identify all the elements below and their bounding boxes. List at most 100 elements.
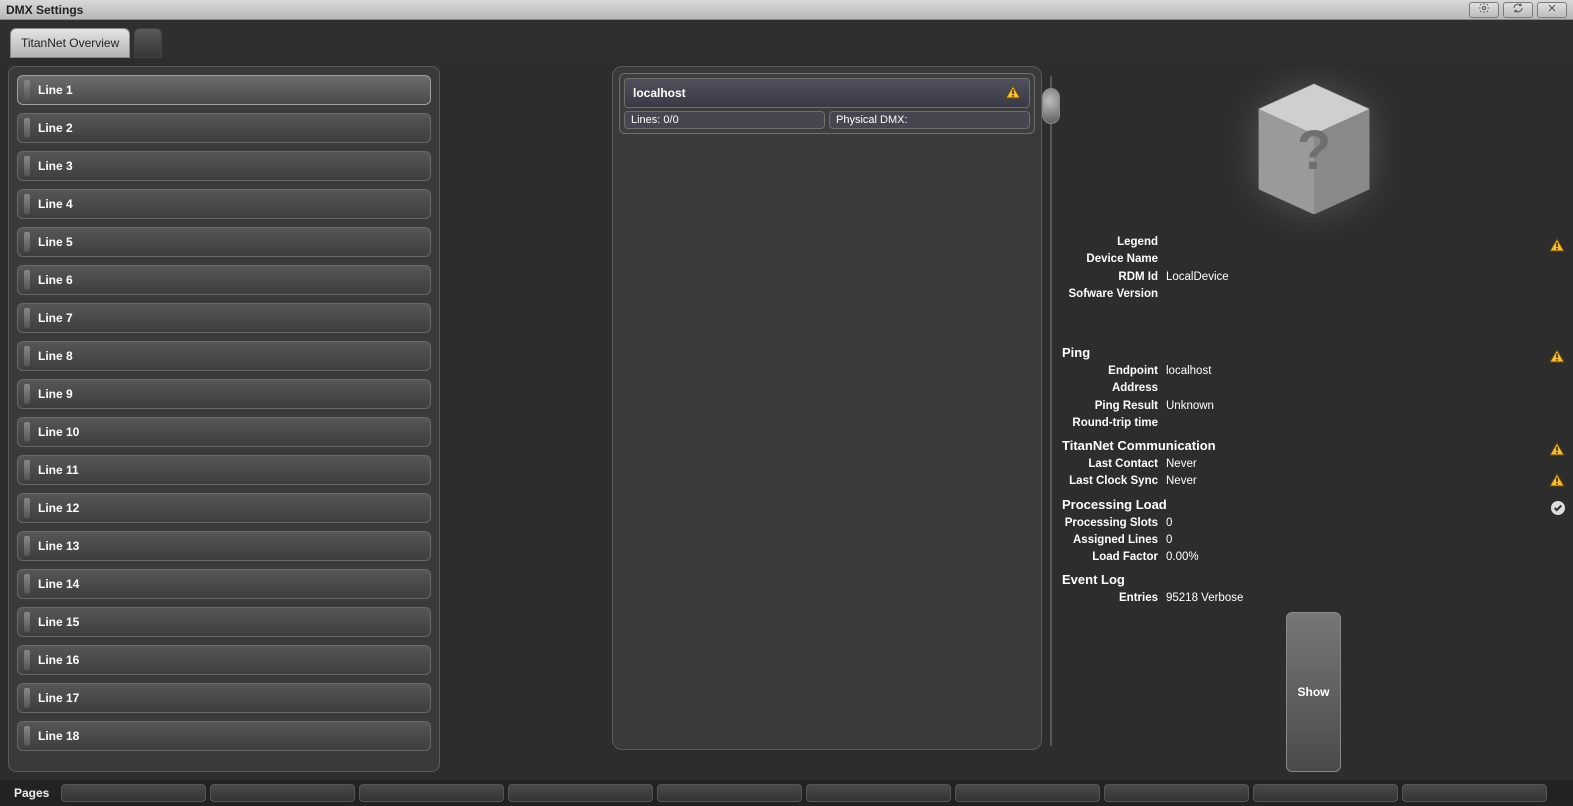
page-slot[interactable]: [955, 784, 1100, 802]
node-lines-text: Lines: 0/0: [631, 114, 679, 126]
gear-icon: [1478, 1, 1490, 19]
page-slot[interactable]: [61, 784, 206, 802]
pages-label: Pages: [6, 786, 57, 800]
line-item-17[interactable]: Line 17: [17, 683, 431, 713]
line-item-label: Line 13: [38, 539, 79, 553]
divider-handle[interactable]: [1042, 88, 1060, 124]
drag-handle-icon: [24, 498, 30, 518]
rdm-id-label: RDM Id: [1062, 269, 1162, 286]
window-title: DMX Settings: [6, 3, 83, 17]
tab-titannet-overview[interactable]: TitanNet Overview: [10, 28, 130, 58]
drag-handle-icon: [24, 232, 30, 252]
line-item-15[interactable]: Line 15: [17, 607, 431, 637]
show-button[interactable]: Show: [1286, 612, 1341, 772]
line-item-label: Line 4: [38, 197, 73, 211]
drag-handle-icon: [24, 80, 30, 100]
load-heading: Processing Load: [1062, 497, 1565, 512]
page-slot[interactable]: [210, 784, 355, 802]
endpoint-value: localhost: [1162, 363, 1211, 398]
line-item-16[interactable]: Line 16: [17, 645, 431, 675]
node-panel: localhost Lines: 0/0 Physical DMX:: [612, 66, 1042, 750]
settings-button[interactable]: [1469, 2, 1499, 18]
tab-label: TitanNet Overview: [21, 36, 119, 50]
line-item-4[interactable]: Line 4: [17, 189, 431, 219]
ok-icon: [1551, 501, 1565, 515]
last-clock-label: Last Clock Sync: [1062, 473, 1162, 490]
drag-handle-icon: [24, 688, 30, 708]
line-item-9[interactable]: Line 9: [17, 379, 431, 409]
line-item-label: Line 2: [38, 121, 73, 135]
assigned-label: Assigned Lines: [1062, 532, 1162, 549]
line-item-3[interactable]: Line 3: [17, 151, 431, 181]
line-item-label: Line 1: [38, 83, 73, 97]
assigned-value: 0: [1162, 532, 1172, 549]
line-item-label: Line 11: [38, 463, 79, 477]
line-item-13[interactable]: Line 13: [17, 531, 431, 561]
node-physical-field: Physical DMX:: [829, 111, 1030, 129]
close-button[interactable]: [1537, 2, 1567, 18]
drag-handle-icon: [24, 460, 30, 480]
drag-handle-icon: [24, 194, 30, 214]
slots-label: Processing Slots: [1062, 515, 1162, 532]
drag-handle-icon: [24, 536, 30, 556]
device-image: ?: [1062, 74, 1565, 214]
detail-panel: ? Legend Device Name RDM IdLocalDevice S…: [1062, 66, 1565, 772]
eventlog-heading: Event Log: [1062, 572, 1565, 587]
line-item-12[interactable]: Line 12: [17, 493, 431, 523]
refresh-icon: [1512, 1, 1524, 19]
page-slot[interactable]: [1253, 784, 1398, 802]
warning-icon: [1549, 349, 1565, 363]
lines-panel: Line 1 Line 2 Line 3 Line 4 Line 5 Line 6 Line…: [8, 66, 440, 772]
node-card[interactable]: localhost Lines: 0/0 Physical DMX:: [619, 73, 1035, 134]
svg-text:?: ?: [1296, 118, 1330, 181]
last-clock-value: Never: [1162, 473, 1197, 490]
line-item-5[interactable]: Line 5: [17, 227, 431, 257]
show-button-label: Show: [1298, 685, 1330, 699]
panel-divider: [1042, 76, 1060, 746]
line-item-10[interactable]: Line 10: [17, 417, 431, 447]
last-contact-label: Last Contact: [1062, 456, 1162, 473]
footer-bar: Pages: [0, 780, 1573, 806]
line-item-label: Line 3: [38, 159, 73, 173]
page-slot[interactable]: [1402, 784, 1547, 802]
drag-handle-icon: [24, 270, 30, 290]
page-slot[interactable]: [806, 784, 951, 802]
line-item-6[interactable]: Line 6: [17, 265, 431, 295]
drag-handle-icon: [24, 346, 30, 366]
line-item-14[interactable]: Line 14: [17, 569, 431, 599]
refresh-button[interactable]: [1503, 2, 1533, 18]
tab-empty[interactable]: [134, 28, 162, 58]
line-item-8[interactable]: Line 8: [17, 341, 431, 371]
unknown-device-icon: ?: [1249, 74, 1379, 214]
eventlog-block: Event Log Entries95218 Verbose Show: [1062, 572, 1565, 771]
drag-handle-icon: [24, 574, 30, 594]
page-slot[interactable]: [359, 784, 504, 802]
line-item-1[interactable]: Line 1: [17, 75, 431, 105]
legend-label: Legend: [1062, 234, 1162, 251]
ping-block: Ping Endpoint Addresslocalhost Ping Resu…: [1062, 345, 1565, 432]
drag-handle-icon: [24, 384, 30, 404]
drag-handle-icon: [24, 726, 30, 746]
line-item-label: Line 14: [38, 577, 79, 591]
line-item-label: Line 12: [38, 501, 79, 515]
page-slot[interactable]: [1104, 784, 1249, 802]
line-item-label: Line 17: [38, 691, 79, 705]
line-item-11[interactable]: Line 11: [17, 455, 431, 485]
factor-value: 0.00%: [1162, 549, 1199, 566]
tab-strip: TitanNet Overview: [0, 20, 1573, 58]
warning-icon: [1549, 442, 1565, 456]
close-icon: [1546, 1, 1558, 19]
line-item-label: Line 16: [38, 653, 79, 667]
line-item-18[interactable]: Line 18: [17, 721, 431, 751]
line-item-label: Line 8: [38, 349, 73, 363]
node-physical-text: Physical DMX:: [836, 114, 908, 126]
rdm-id-value: LocalDevice: [1162, 269, 1229, 286]
line-item-7[interactable]: Line 7: [17, 303, 431, 333]
node-host-label: localhost: [633, 86, 686, 100]
comm-block: TitanNet Communication Last ContactNever…: [1062, 438, 1565, 491]
page-slot[interactable]: [657, 784, 802, 802]
line-item-label: Line 6: [38, 273, 73, 287]
page-slot[interactable]: [508, 784, 653, 802]
line-item-2[interactable]: Line 2: [17, 113, 431, 143]
slots-value: 0: [1162, 515, 1172, 532]
